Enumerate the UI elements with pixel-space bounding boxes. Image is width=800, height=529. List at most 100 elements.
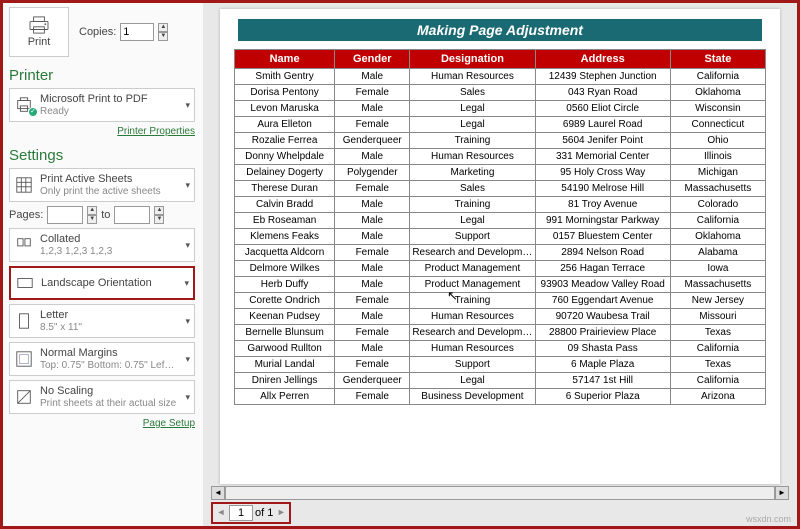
page-icon <box>14 311 34 331</box>
table-cell: Product Management <box>410 261 535 277</box>
table-cell: Sales <box>410 181 535 197</box>
table-cell: Calvin Bradd <box>235 197 335 213</box>
scaling-select[interactable]: No Scaling Print sheets at their actual … <box>9 380 195 414</box>
column-header: State <box>670 50 765 69</box>
document-title: Making Page Adjustment <box>238 19 762 41</box>
chevron-down-icon: ▾ <box>185 392 190 403</box>
printer-select[interactable]: ✓ Microsoft Print to PDF Ready ▾ <box>9 88 195 122</box>
page-prev[interactable]: ◄ <box>215 505 227 521</box>
table-cell: 5604 Jenifer Point <box>535 133 670 149</box>
pages-from-down[interactable]: ▼ <box>87 215 97 224</box>
collated-select[interactable]: Collated 1,2,3 1,2,3 1,2,3 ▾ <box>9 228 195 262</box>
column-header: Name <box>235 50 335 69</box>
table-cell: Illinois <box>670 149 765 165</box>
table-cell: Genderqueer <box>335 373 410 389</box>
table-cell: Dorisa Pentony <box>235 85 335 101</box>
table-row: Jacquetta AldcornFemaleResearch and Deve… <box>235 245 766 261</box>
table-cell: Levon Maruska <box>235 101 335 117</box>
table-cell: Polygender <box>335 165 410 181</box>
pages-label: Pages: <box>9 209 43 221</box>
scroll-right[interactable]: ► <box>775 486 789 500</box>
table-cell: Smith Gentry <box>235 69 335 85</box>
printer-properties-link[interactable]: Printer Properties <box>9 126 195 137</box>
page-next[interactable]: ► <box>275 505 287 521</box>
copies-input[interactable] <box>120 23 154 41</box>
table-row: Aura ElletonFemaleLegal6989 Laurel RoadC… <box>235 117 766 133</box>
table-row: Herb DuffyMaleProduct Management93903 Me… <box>235 277 766 293</box>
table-row: Donny WhelpdaleMaleHuman Resources331 Me… <box>235 149 766 165</box>
copies-up[interactable]: ▲ <box>158 23 168 32</box>
table-cell: Training <box>410 293 535 309</box>
table-cell: Business Development <box>410 389 535 405</box>
table-cell: Training <box>410 197 535 213</box>
scroll-left[interactable]: ◄ <box>211 486 225 500</box>
table-cell: 95 Holy Cross Way <box>535 165 670 181</box>
table-cell: Female <box>335 389 410 405</box>
margins-select[interactable]: Normal Margins Top: 0.75" Bottom: 0.75" … <box>9 342 195 376</box>
table-cell: 93903 Meadow Valley Road <box>535 277 670 293</box>
table-cell: Colorado <box>670 197 765 213</box>
table-cell: Arizona <box>670 389 765 405</box>
pages-from-input[interactable] <box>47 206 83 224</box>
table-cell: Klemens Feaks <box>235 229 335 245</box>
horizontal-scrollbar[interactable]: ◄ ► <box>211 486 789 500</box>
table-cell: 09 Shasta Pass <box>535 341 670 357</box>
pages-to-up[interactable]: ▲ <box>154 206 164 215</box>
table-cell: Legal <box>410 213 535 229</box>
printer-icon: ✓ <box>14 95 34 115</box>
table-cell: California <box>670 341 765 357</box>
column-header: Gender <box>335 50 410 69</box>
table-cell: Allx Perren <box>235 389 335 405</box>
table-cell: Male <box>335 197 410 213</box>
page-current-input[interactable] <box>229 505 253 521</box>
table-cell: Texas <box>670 357 765 373</box>
chevron-down-icon: ▾ <box>185 316 190 327</box>
table-cell: Dniren Jellings <box>235 373 335 389</box>
table-cell: Female <box>335 181 410 197</box>
table-cell: 043 Ryan Road <box>535 85 670 101</box>
watermark: wsxdn.com <box>746 514 791 524</box>
print-area-select[interactable]: Print Active Sheets Only print the activ… <box>9 168 195 202</box>
sheets-icon <box>14 175 34 195</box>
table-cell: Garwood Rullton <box>235 341 335 357</box>
pages-to-label: to <box>101 209 110 221</box>
copies-label: Copies: <box>79 26 116 38</box>
table-cell: Male <box>335 341 410 357</box>
orientation-select[interactable]: Landscape Orientation ▾ <box>9 266 195 300</box>
table-cell: Alabama <box>670 245 765 261</box>
table-cell: California <box>670 373 765 389</box>
table-cell: Missouri <box>670 309 765 325</box>
landscape-icon <box>15 273 35 293</box>
print-button[interactable]: Print <box>9 7 69 57</box>
table-cell: Research and Development <box>410 325 535 341</box>
paper-size-select[interactable]: Letter 8.5" x 11" ▾ <box>9 304 195 338</box>
pages-to-input[interactable] <box>114 206 150 224</box>
table-row: Rozalie FerreaGenderqueerTraining5604 Je… <box>235 133 766 149</box>
table-cell: Therese Duran <box>235 181 335 197</box>
table-cell: 90720 Waubesa Trail <box>535 309 670 325</box>
table-cell: Sales <box>410 85 535 101</box>
table-cell: Male <box>335 213 410 229</box>
table-cell: Oklahoma <box>670 229 765 245</box>
table-cell: Male <box>335 261 410 277</box>
table-cell: Legal <box>410 373 535 389</box>
chevron-down-icon: ▾ <box>185 240 190 251</box>
table-cell: Product Management <box>410 277 535 293</box>
table-cell: Research and Development <box>410 245 535 261</box>
table-cell: Training <box>410 133 535 149</box>
copies-down[interactable]: ▼ <box>158 32 168 41</box>
table-cell: California <box>670 69 765 85</box>
table-cell: Female <box>335 357 410 373</box>
table-row: Calvin BraddMaleTraining81 Troy AvenueCo… <box>235 197 766 213</box>
scroll-track[interactable] <box>225 486 775 500</box>
pages-from-up[interactable]: ▲ <box>87 206 97 215</box>
table-row: Bernelle BlunsumFemaleResearch and Devel… <box>235 325 766 341</box>
table-cell: 0157 Bluestem Center <box>535 229 670 245</box>
table-cell: Keenan Pudsey <box>235 309 335 325</box>
table-cell: New Jersey <box>670 293 765 309</box>
table-cell: Male <box>335 69 410 85</box>
preview-page: Making Page Adjustment NameGenderDesigna… <box>220 9 780 484</box>
table-cell: Texas <box>670 325 765 341</box>
page-setup-link[interactable]: Page Setup <box>9 418 195 429</box>
pages-to-down[interactable]: ▼ <box>154 215 164 224</box>
